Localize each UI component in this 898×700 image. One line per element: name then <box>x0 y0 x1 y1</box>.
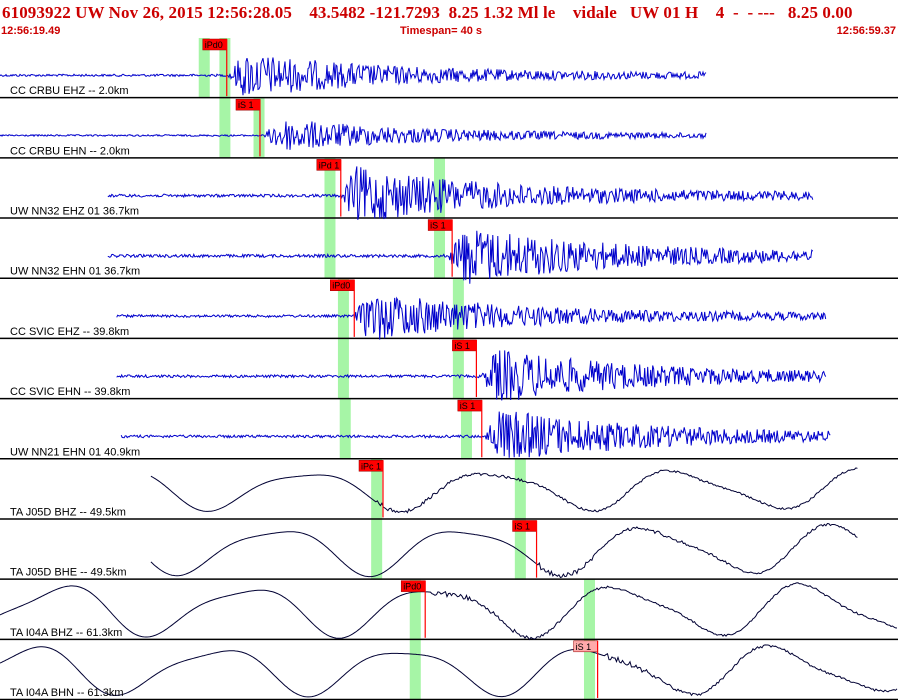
trace-label: CC CRBU EHZ -- 2.0km <box>10 85 129 97</box>
trace-row: iPd0 CC CRBU EHZ -- 2.0km <box>0 38 898 99</box>
pick-label: iS 1 <box>460 401 476 411</box>
trace-label: TA I04A BHN -- 61.3km <box>10 687 124 699</box>
trace-label: CC SVIC EHZ -- 39.8km <box>10 326 129 338</box>
pick-label: iS 1 <box>454 341 470 351</box>
trace-row: iPd0 TA I04A BHZ -- 61.3km <box>0 580 898 641</box>
waveform <box>150 467 858 514</box>
pick-label: iPc 1 <box>361 461 381 471</box>
waveform <box>150 522 858 579</box>
timespan: Timespan= 40 s <box>400 25 483 37</box>
window-band <box>337 338 349 400</box>
start-time: 12:56:19.49 <box>1 25 61 37</box>
trace-row: iPc 1 TA J05D BHZ -- 49.5km <box>0 460 898 520</box>
pick-label: iPd0 <box>332 281 350 291</box>
seismogram-panel[interactable]: iPd0 CC CRBU EHZ -- 2.0km iS 1 CC CRBU EHN … <box>0 38 898 700</box>
pick-label: iS 1 <box>576 642 592 652</box>
window-band <box>324 218 336 279</box>
trace-row: iS 1 TA J05D BHE -- 49.5km <box>0 520 898 580</box>
trace-row: iS 1 CC SVIC EHN -- 39.8km <box>0 339 898 401</box>
window-band <box>339 399 351 460</box>
waveform <box>120 411 831 458</box>
pick-label: iS 1 <box>430 221 446 231</box>
trace-label: CC SVIC EHN -- 39.8km <box>10 386 130 398</box>
trace-row: iS 1 TA I04A BHN -- 61.3km <box>0 640 898 700</box>
event-title: 61093922 UW Nov 26, 2015 12:56:28.05 43.… <box>2 3 853 22</box>
window-band <box>514 459 526 520</box>
trace-label: TA J05D BHZ -- 49.5km <box>10 506 126 518</box>
pick-label: iPd0 <box>205 40 223 50</box>
trace-row: iS 1 CC CRBU EHN -- 2.0km <box>0 98 898 159</box>
trace-label: TA I04A BHZ -- 61.3km <box>10 627 122 639</box>
trace-row: iS 1 UW NN32 EHN 01 36.7km <box>0 219 898 284</box>
waveform <box>0 644 898 698</box>
trace-label: UW NN21 EHN 01 40.9km <box>10 446 140 458</box>
trace-label: UW NN32 EHN 01 36.7km <box>10 266 140 278</box>
pick-label: iPd 1 <box>319 160 340 170</box>
waveform <box>107 166 814 220</box>
trace-label: UW NN32 EHZ 01 36.7km <box>10 206 139 218</box>
window-band <box>583 579 595 640</box>
trace-label: CC CRBU EHN -- 2.0km <box>10 145 130 157</box>
header: 61093922 UW Nov 26, 2015 12:56:28.05 43.… <box>0 0 898 40</box>
trace-label: TA J05D BHE -- 49.5km <box>10 567 127 579</box>
end-time: 12:56:59.37 <box>836 25 896 37</box>
pick-label: iPd0 <box>403 582 421 592</box>
window-band <box>219 98 231 159</box>
trace-row: iPd 1 UW NN32 EHZ 01 36.7km <box>0 159 898 220</box>
window-band <box>409 639 421 700</box>
waveform <box>107 230 814 284</box>
waveform <box>116 350 827 401</box>
waveform <box>0 582 898 641</box>
trace-row: iS 1 UW NN21 EHN 01 40.9km <box>0 399 898 460</box>
pick-label: iS 1 <box>238 100 254 110</box>
window-band <box>371 519 383 580</box>
pick-label: iS 1 <box>515 521 531 531</box>
waveform <box>116 296 827 340</box>
trace-row: iPd0 CC SVIC EHZ -- 39.8km <box>0 279 898 340</box>
